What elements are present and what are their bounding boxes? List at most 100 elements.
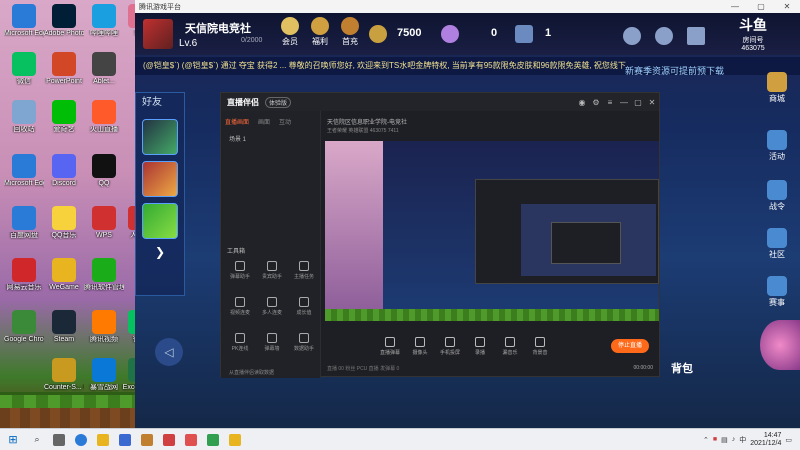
tool-button[interactable]: 数据助手 bbox=[289, 333, 319, 352]
desktop-icon[interactable]: Ablet... bbox=[84, 52, 124, 86]
tab-scene[interactable]: 画面 bbox=[258, 117, 270, 126]
desktop-icon[interactable]: QQ音乐 bbox=[44, 206, 84, 240]
client-title: 腾讯游戏平台 bbox=[139, 3, 181, 11]
friends-top-icon[interactable] bbox=[617, 27, 647, 45]
user-icon[interactable]: ◉ bbox=[575, 98, 589, 107]
stream-control-button[interactable]: 背景音 bbox=[525, 337, 555, 356]
tool-button[interactable]: 视频连麦 bbox=[225, 297, 255, 316]
activity-button[interactable]: 活动 bbox=[760, 130, 794, 162]
user-avatar[interactable] bbox=[143, 19, 173, 49]
desktop-icon[interactable]: QQ bbox=[84, 154, 124, 188]
tool-button[interactable]: 贵宾助手 bbox=[257, 261, 287, 280]
stream-control-button[interactable]: 直播弹幕 bbox=[375, 337, 405, 356]
tool-button[interactable]: PK连线 bbox=[225, 333, 255, 352]
tab-interact[interactable]: 互动 bbox=[279, 117, 291, 126]
desktop-icon[interactable]: Microsoft Edge bbox=[4, 154, 44, 188]
tool-button[interactable]: 多人连麦 bbox=[257, 297, 287, 316]
maximize-icon[interactable]: ▢ bbox=[748, 2, 774, 11]
desktop-icon[interactable]: Steam bbox=[44, 310, 84, 344]
shop-button[interactable]: 商城 bbox=[760, 72, 794, 104]
clock[interactable]: 14:47 2021/12/4 bbox=[750, 432, 781, 448]
search-icon[interactable]: ⌕ bbox=[26, 429, 48, 450]
desktop-icon[interactable]: Microsoft Edge bbox=[4, 4, 44, 38]
menu-icon[interactable]: ≡ bbox=[603, 98, 617, 107]
qq-taskbar-icon[interactable] bbox=[202, 429, 224, 450]
clock-date: 2021/12/4 bbox=[750, 439, 782, 447]
friend-avatar[interactable] bbox=[142, 119, 178, 155]
tool-label: 弹幕墙 bbox=[264, 346, 280, 352]
vip-button[interactable]: 会员 bbox=[275, 17, 305, 47]
tool-button[interactable]: 弹幕助手 bbox=[225, 261, 255, 280]
desktop-icon[interactable]: 火山直播 bbox=[84, 100, 124, 134]
windows-start-icon[interactable]: ⊞ bbox=[0, 433, 26, 446]
stream-control-button[interactable]: 手机投屏 bbox=[435, 337, 465, 356]
backpack-label[interactable]: 背包 bbox=[671, 360, 693, 376]
stream-control-button[interactable]: 漏音乐 bbox=[495, 337, 525, 356]
app-icon bbox=[12, 310, 36, 334]
chat-icon[interactable] bbox=[649, 27, 679, 45]
app-icon bbox=[52, 154, 76, 178]
stream-control-button[interactable]: 摄像头 bbox=[405, 337, 435, 356]
desktop-icon[interactable]: WeGame bbox=[44, 258, 84, 292]
settings-icon[interactable]: ⚙ bbox=[589, 98, 603, 107]
chevron-right-icon[interactable]: ❯ bbox=[136, 245, 184, 259]
tool-button[interactable]: 主播任务 bbox=[289, 261, 319, 280]
friend-avatar[interactable] bbox=[142, 203, 178, 239]
desktop-icon[interactable]: 腾讯软件管理 bbox=[84, 258, 124, 292]
close-icon[interactable]: ✕ bbox=[645, 98, 659, 107]
desktop-icon[interactable]: PowerPoint bbox=[44, 52, 84, 86]
desktop-icon-label: PowerPoint bbox=[46, 78, 82, 85]
desktop-icon[interactable]: 爱奇艺 bbox=[44, 100, 84, 134]
tool-icon bbox=[267, 297, 277, 307]
explorer-taskbar-icon[interactable] bbox=[92, 429, 114, 450]
desktop-icon[interactable]: 哔哩哔哩 bbox=[84, 4, 124, 38]
desktop-icon[interactable]: 回收站 bbox=[4, 100, 44, 134]
stop-live-button[interactable]: 停止直播 bbox=[611, 339, 649, 353]
voice-icon[interactable]: ◁ bbox=[155, 338, 183, 366]
store-taskbar-icon[interactable] bbox=[114, 429, 136, 450]
ime-indicator[interactable]: 中 bbox=[739, 435, 746, 445]
tool-button[interactable]: 弹幕墙 bbox=[257, 333, 287, 352]
desktop-icon[interactable]: Counter-S... Global Off... bbox=[44, 358, 84, 392]
mail-icon[interactable] bbox=[681, 27, 711, 45]
close-icon[interactable]: ✕ bbox=[774, 2, 800, 11]
stream-bottom-bar: 直播弹幕 摄像头 手机投屏 录播 漏音乐 背景音 停止直播 直播 00 粉丝 PCU 直播… bbox=[321, 329, 659, 377]
desktop-icon[interactable]: Discord bbox=[44, 154, 84, 188]
desktop-icon[interactable]: 百度网盘 bbox=[4, 206, 44, 240]
wegame-taskbar-icon[interactable] bbox=[224, 429, 246, 450]
tool-icon bbox=[267, 261, 277, 271]
battlepass-button[interactable]: 战令 bbox=[760, 180, 794, 212]
minimize-icon[interactable]: — bbox=[617, 98, 631, 107]
edge-taskbar-icon[interactable] bbox=[70, 429, 92, 450]
desktop-icon[interactable]: 暴雪战网 bbox=[84, 358, 124, 392]
welfare-button[interactable]: 福利 bbox=[305, 17, 335, 47]
notification-icon[interactable]: ▭ bbox=[785, 436, 792, 444]
esports-button[interactable]: 赛事 bbox=[760, 276, 794, 308]
desktop-icon[interactable]: 网易云音乐 bbox=[4, 258, 44, 292]
friend-avatar[interactable] bbox=[142, 161, 178, 197]
tab-live-scene[interactable]: 直播画面 bbox=[225, 117, 249, 126]
game-taskbar-icon[interactable] bbox=[136, 429, 158, 450]
desktop-icon[interactable]: 微信 bbox=[4, 52, 44, 86]
desktop-icon[interactable]: 腾讯视频 bbox=[84, 310, 124, 344]
desktop-icon-label: QQ音乐 bbox=[51, 232, 77, 239]
scene-item[interactable]: 场景 1 bbox=[221, 132, 320, 145]
lol-taskbar-icon[interactable] bbox=[158, 429, 180, 450]
desktop-icon[interactable]: Google Chrome bbox=[4, 310, 44, 344]
desktop-icon[interactable]: Adobe Photosh... bbox=[44, 4, 84, 38]
task-view-icon[interactable] bbox=[48, 429, 70, 450]
maximize-icon[interactable]: ▢ bbox=[631, 98, 645, 107]
tray-chevron-icon[interactable]: ⌃ bbox=[703, 436, 709, 444]
tray-app-icon[interactable]: ■ bbox=[713, 436, 717, 443]
network-icon[interactable]: ▤ bbox=[721, 436, 728, 444]
first-recharge-button[interactable]: 首充 bbox=[335, 17, 365, 47]
stream-taskbar-icon[interactable] bbox=[180, 429, 202, 450]
minimize-icon[interactable]: — bbox=[722, 2, 748, 11]
stream-control-button[interactable]: 录播 bbox=[465, 337, 495, 356]
control-label: 直播弹幕 bbox=[379, 350, 400, 356]
desktop-icon[interactable]: WPS bbox=[84, 206, 124, 240]
volume-icon[interactable]: ♪ bbox=[732, 436, 736, 443]
stream-app-window: 直播伴侣 体验版 ◉ ⚙ ≡ — ▢ ✕ 直播画面 画面 互动 场景 1 工具箱… bbox=[220, 92, 660, 378]
community-button[interactable]: 社区 bbox=[760, 228, 794, 260]
tool-button[interactable]: 成长值 bbox=[289, 297, 319, 316]
